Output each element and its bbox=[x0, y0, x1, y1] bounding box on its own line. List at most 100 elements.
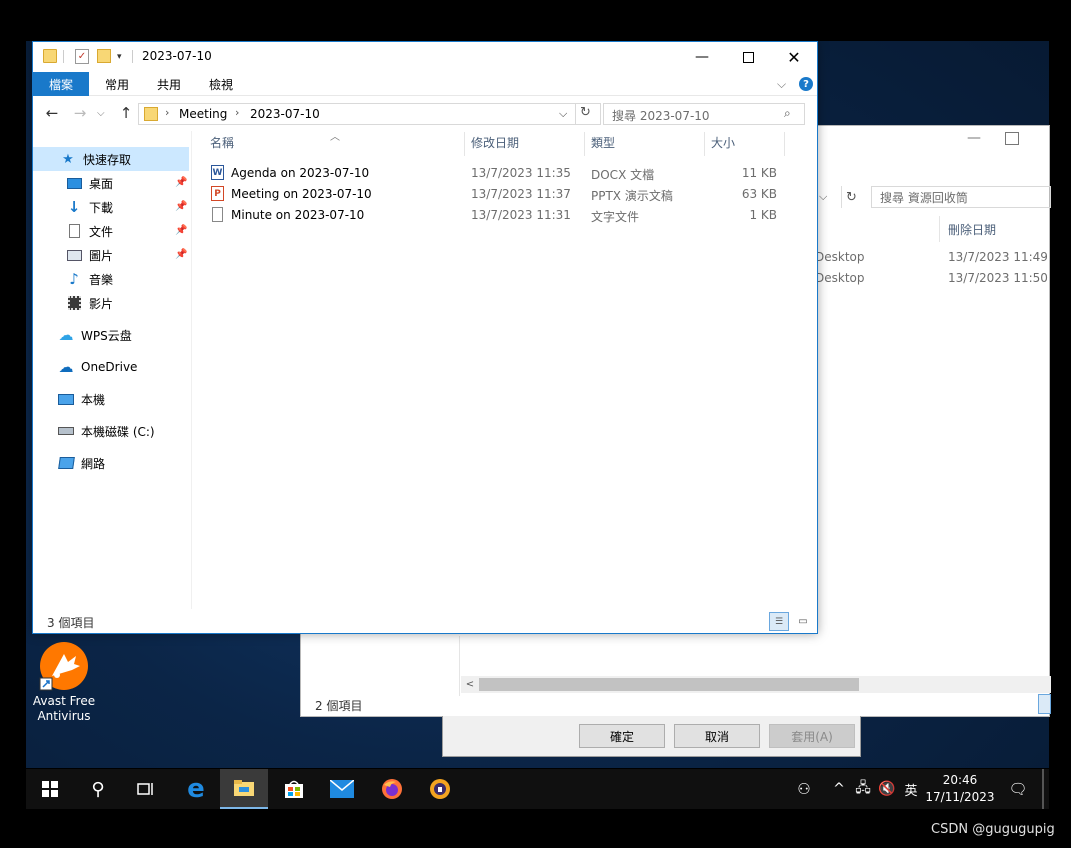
screen: Avast Free Antivirus — ⌵ ↻ 搜尋 資源回收筒 刪除日期… bbox=[0, 0, 1071, 848]
nav-wps-cloud[interactable]: ☁ WPS云盘 bbox=[57, 324, 132, 346]
tab-view-label: 檢視 bbox=[208, 77, 233, 92]
maximize-icon[interactable] bbox=[1005, 132, 1019, 145]
firefox-button[interactable] bbox=[368, 769, 416, 809]
back-arrow-icon[interactable]: ← bbox=[43, 104, 61, 122]
nav-music[interactable]: ♪ 音樂 bbox=[65, 268, 113, 290]
nav-network[interactable]: 網路 bbox=[57, 452, 105, 474]
nav-this-pc[interactable]: 本機 bbox=[57, 388, 105, 410]
col-modified[interactable]: 修改日期 bbox=[471, 134, 519, 151]
qat-dropdown-icon[interactable]: ▾ bbox=[117, 50, 127, 64]
edge-icon: e bbox=[187, 774, 205, 804]
search-icon: ⌕ bbox=[784, 106, 791, 120]
file-explorer-icon bbox=[234, 780, 254, 796]
details-view-icon[interactable]: ☰ bbox=[769, 612, 789, 631]
store-button[interactable] bbox=[270, 769, 318, 809]
breadcrumb-meeting[interactable]: Meeting bbox=[179, 107, 227, 121]
maximize-button[interactable] bbox=[725, 42, 771, 72]
new-folder-icon[interactable] bbox=[97, 49, 111, 63]
avast-shortcut[interactable] bbox=[38, 642, 90, 694]
col-name[interactable]: 名稱 bbox=[210, 134, 234, 151]
mail-button[interactable] bbox=[318, 769, 366, 809]
avast-browser-button[interactable] bbox=[416, 769, 464, 809]
pin-icon[interactable]: 📌 bbox=[175, 177, 187, 188]
nav-downloads[interactable]: ↓ 下載 bbox=[65, 196, 113, 218]
address-dropdown-icon[interactable]: ⌵ bbox=[559, 107, 567, 121]
nav-documents[interactable]: 文件 bbox=[65, 220, 113, 242]
refresh-icon[interactable]: ↻ bbox=[580, 105, 591, 120]
nav-videos[interactable]: 影片 bbox=[65, 292, 113, 314]
file-size: 1 KB bbox=[749, 208, 777, 222]
scrollbar-thumb[interactable] bbox=[479, 678, 859, 691]
people-icon[interactable]: ⚇ bbox=[792, 769, 816, 809]
file-name: Meeting on 2023-07-10 bbox=[231, 187, 372, 201]
col-size[interactable]: 大小 bbox=[711, 134, 735, 151]
pin-icon[interactable]: 📌 bbox=[175, 249, 187, 260]
nav-onedrive[interactable]: ☁ OneDrive bbox=[57, 356, 138, 378]
pin-icon[interactable]: 📌 bbox=[175, 225, 187, 236]
recent-locations-icon[interactable]: ⌵ bbox=[97, 104, 109, 122]
breadcrumb-chevron-icon: › bbox=[165, 106, 170, 119]
folder-icon bbox=[144, 107, 158, 121]
title-bar[interactable]: ✓ ▾ 2023-07-10 — ✕ bbox=[33, 42, 817, 72]
tab-view[interactable]: 檢視 bbox=[199, 72, 243, 96]
nav-pictures[interactable]: 圖片 bbox=[65, 244, 113, 266]
large-icons-view-icon[interactable]: ▭ bbox=[793, 612, 813, 631]
nav-quick-access[interactable]: ★ 快速存取 bbox=[59, 148, 131, 170]
file-explorer-button[interactable] bbox=[220, 769, 268, 809]
close-button[interactable]: ✕ bbox=[771, 42, 817, 72]
refresh-icon[interactable]: ↻ bbox=[841, 186, 861, 208]
secure-browser-icon bbox=[430, 779, 450, 799]
cancel-button[interactable]: 取消 bbox=[674, 724, 760, 748]
file-size: 11 KB bbox=[741, 166, 777, 180]
document-icon bbox=[65, 223, 83, 239]
bin-row-location: Desktop bbox=[815, 271, 865, 285]
edge-button[interactable]: e bbox=[172, 769, 220, 809]
file-modified: 13/7/2023 11:35 bbox=[471, 166, 571, 180]
up-arrow-icon[interactable]: ↑ bbox=[117, 104, 135, 122]
nav-desktop[interactable]: 桌面 bbox=[65, 172, 113, 194]
minimize-icon[interactable]: — bbox=[959, 130, 989, 150]
show-desktop-button[interactable] bbox=[1042, 769, 1044, 809]
properties-icon[interactable]: ✓ bbox=[75, 49, 89, 64]
nav-drive-c[interactable]: 本機磁碟 (C:) bbox=[57, 420, 155, 442]
scroll-left-icon[interactable]: < bbox=[463, 676, 477, 693]
table-row[interactable]: W Agenda on 2023-07-10 13/7/2023 11:35 D… bbox=[209, 163, 779, 184]
tab-file[interactable]: 檔案 bbox=[33, 72, 89, 96]
bin-search-input[interactable]: 搜尋 資源回收筒 bbox=[871, 186, 1051, 208]
col-type[interactable]: 類型 bbox=[591, 134, 615, 151]
forward-arrow-icon[interactable]: → bbox=[71, 104, 89, 122]
start-button[interactable] bbox=[26, 769, 74, 809]
chevron-down-icon[interactable]: ⌵ bbox=[819, 186, 833, 208]
address-bar[interactable]: › Meeting › 2023-07-10 ⌵ ↻ bbox=[138, 103, 601, 125]
apply-button[interactable]: 套用(A) bbox=[769, 724, 855, 748]
music-note-icon: ♪ bbox=[69, 270, 79, 288]
network-status-icon[interactable]: 🖧 bbox=[852, 769, 874, 809]
search-input[interactable]: 搜尋 2023-07-10 ⌕ bbox=[603, 103, 805, 125]
task-view-button[interactable] bbox=[122, 769, 170, 809]
nav-pictures-label: 圖片 bbox=[89, 248, 114, 263]
table-row[interactable]: Minute on 2023-07-10 13/7/2023 11:31 文字文… bbox=[209, 205, 779, 226]
ime-indicator[interactable]: 英 bbox=[900, 769, 922, 809]
minimize-button[interactable]: — bbox=[679, 42, 725, 72]
column-separator bbox=[939, 216, 940, 242]
horizontal-scrollbar[interactable]: < bbox=[461, 676, 1051, 693]
details-view-icon[interactable] bbox=[1038, 694, 1051, 714]
breadcrumb-current[interactable]: 2023-07-10 bbox=[250, 107, 320, 121]
chevron-up-icon[interactable]: ^ bbox=[830, 769, 848, 809]
column-separator bbox=[704, 132, 705, 156]
expand-ribbon-icon[interactable]: ⌵ bbox=[777, 75, 791, 93]
help-icon[interactable]: ? bbox=[799, 77, 813, 91]
col-deleted-date[interactable]: 刪除日期 bbox=[948, 221, 996, 238]
task-view-icon bbox=[137, 783, 153, 795]
ok-button[interactable]: 確定 bbox=[579, 724, 665, 748]
search-button[interactable]: ⚲ bbox=[74, 769, 122, 809]
bin-status-count: 2 個項目 bbox=[315, 699, 363, 713]
table-row[interactable]: P Meeting on 2023-07-10 13/7/2023 11:37 … bbox=[209, 184, 779, 205]
tab-share[interactable]: 共用 bbox=[147, 72, 191, 96]
avast-label-line2: Antivirus bbox=[37, 709, 91, 723]
tab-home[interactable]: 常用 bbox=[95, 72, 139, 96]
notification-icon[interactable]: 🗨 bbox=[1006, 769, 1030, 809]
pin-icon[interactable]: 📌 bbox=[175, 201, 187, 212]
volume-muted-icon[interactable]: 🔇 bbox=[876, 769, 898, 809]
clock[interactable]: 20:46 17/11/2023 bbox=[922, 769, 998, 809]
